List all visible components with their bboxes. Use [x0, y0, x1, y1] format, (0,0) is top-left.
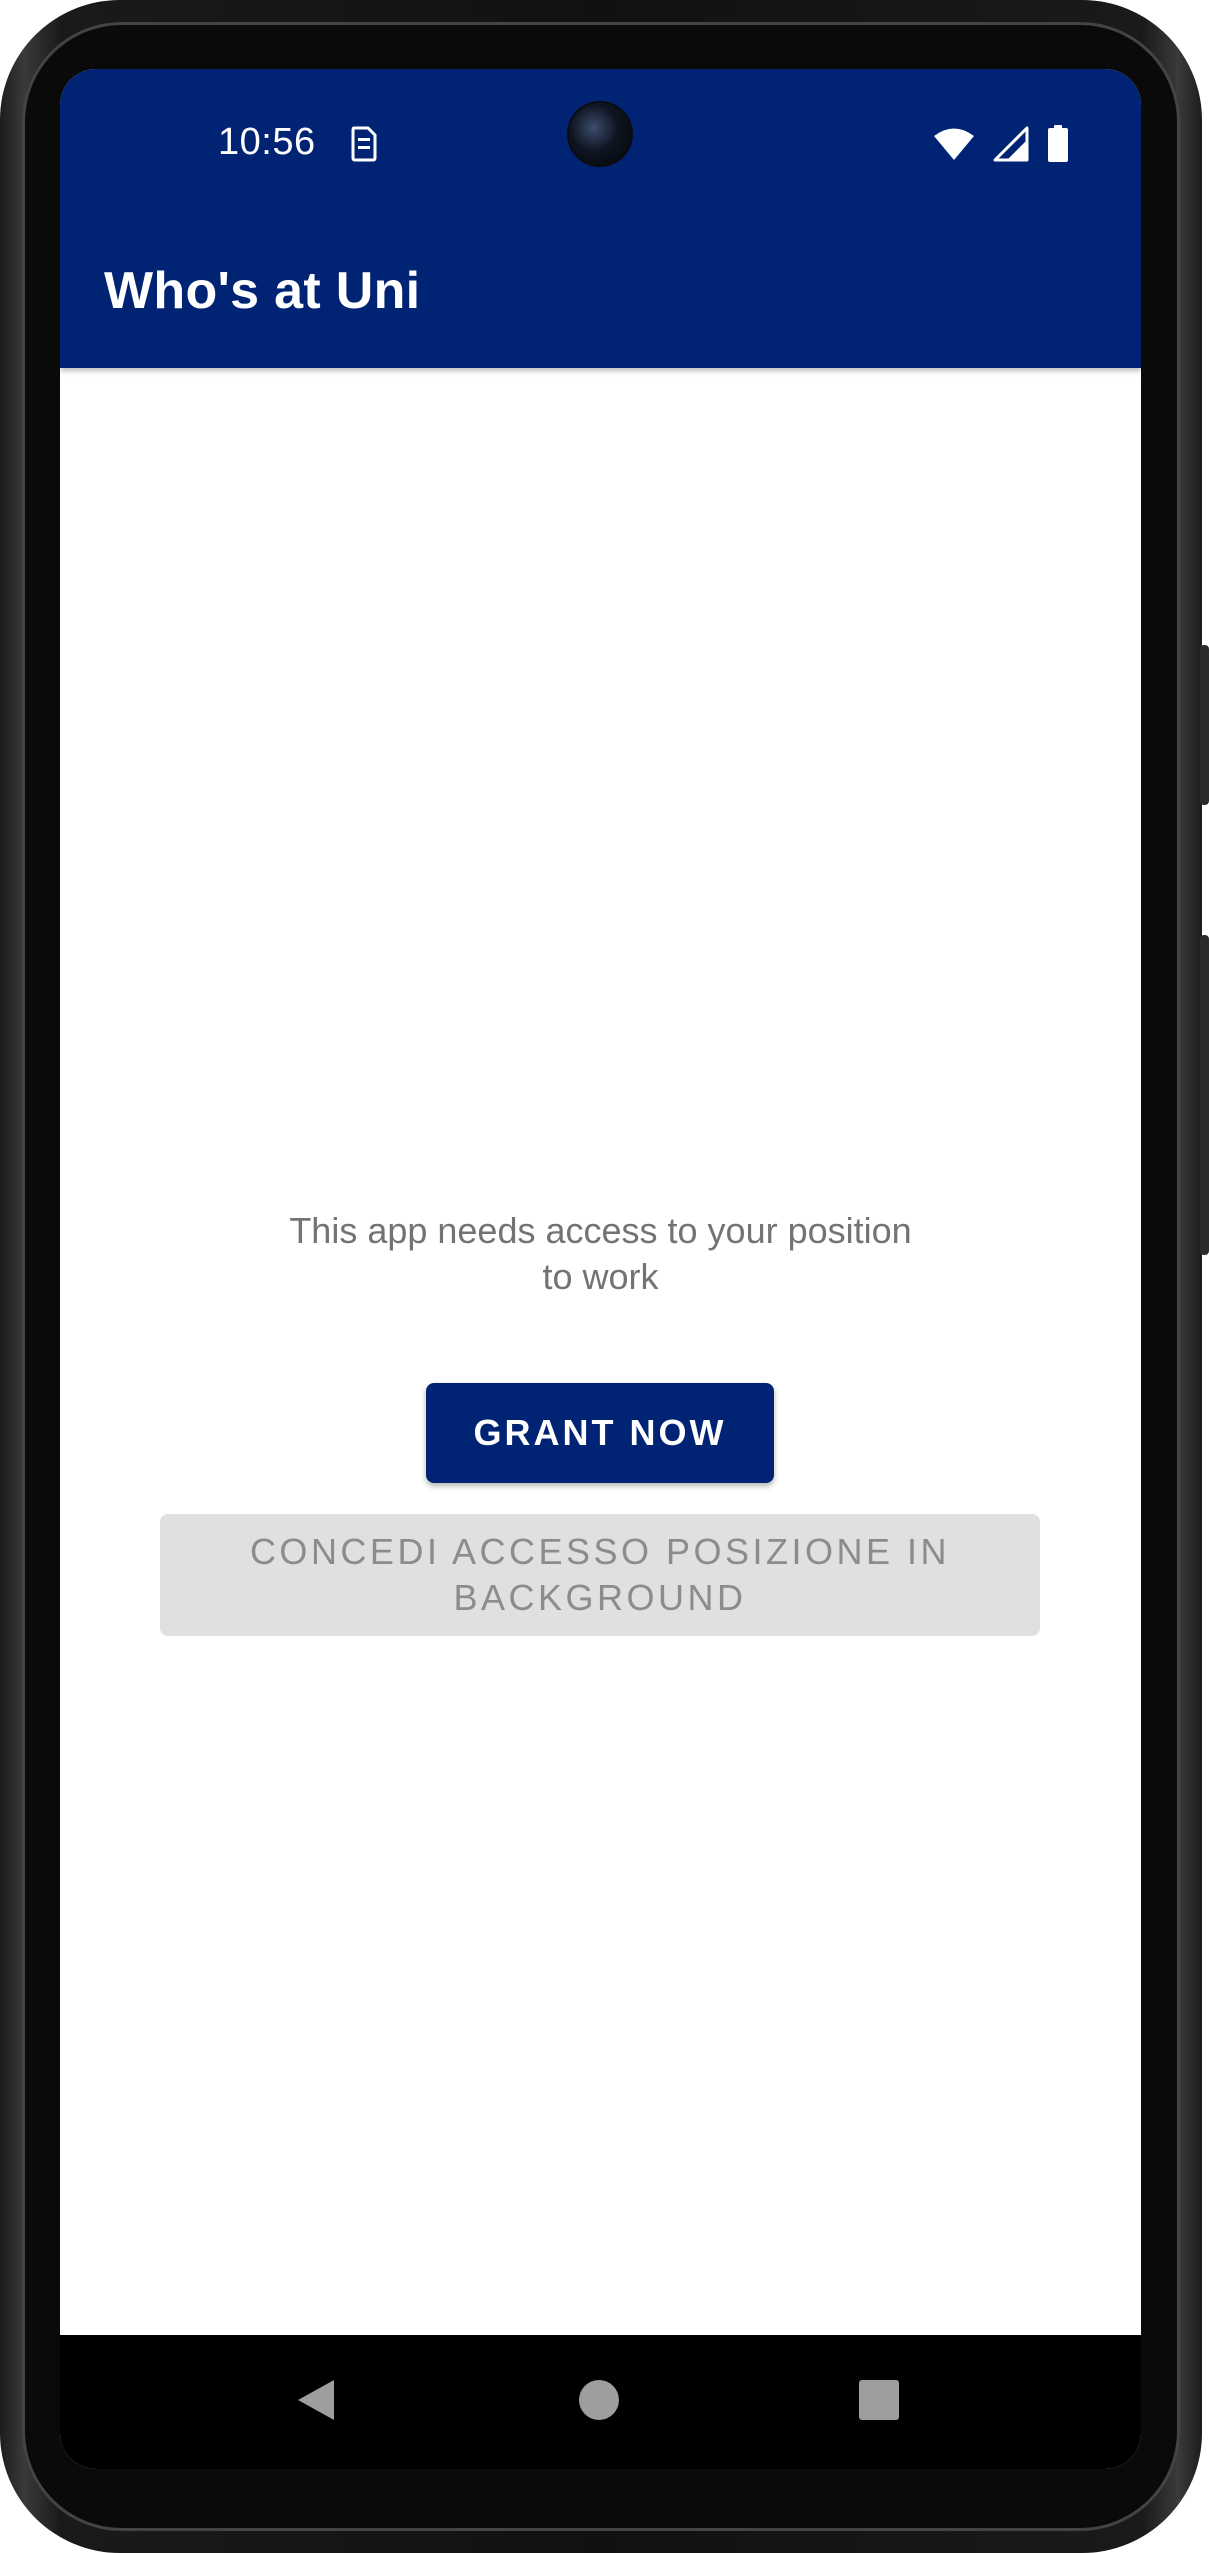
permission-message: This app needs access to your position t… [60, 1208, 1141, 1300]
status-icons [933, 125, 1069, 168]
recents-button[interactable] [843, 2366, 915, 2438]
navigation-bar [60, 2335, 1141, 2469]
background-location-button-line-1: CONCEDI ACCESSO POSIZIONE IN [249, 1531, 951, 1572]
device-screen: 10:56 Who's at Uni This app needs access… [60, 69, 1141, 2469]
volume-button [1200, 935, 1209, 1255]
front-camera [569, 103, 631, 165]
permission-message-line-2: to work [542, 1256, 659, 1297]
home-icon [578, 2379, 620, 2426]
cellular-signal-icon [993, 126, 1029, 167]
sim-card-alert-icon [348, 125, 380, 163]
battery-icon [1047, 125, 1069, 168]
recents-icon [858, 2379, 900, 2426]
status-time: 10:56 [218, 121, 316, 163]
background-location-button-line-2: BACKGROUND [453, 1577, 747, 1618]
power-button [1200, 645, 1209, 805]
app-header: 10:56 Who's at Uni [60, 69, 1141, 368]
home-button[interactable] [563, 2366, 635, 2438]
back-button[interactable] [280, 2366, 352, 2438]
app-title: Who's at Uni [104, 262, 421, 320]
main-content: This app needs access to your position t… [60, 368, 1141, 2335]
background-location-button[interactable]: CONCEDI ACCESSO POSIZIONE IN BACKGROUND [160, 1514, 1040, 1636]
grant-now-button[interactable]: GRANT NOW [426, 1383, 774, 1483]
back-icon [296, 2378, 336, 2427]
wifi-icon [933, 127, 975, 166]
permission-message-line-1: This app needs access to your position [289, 1210, 912, 1251]
